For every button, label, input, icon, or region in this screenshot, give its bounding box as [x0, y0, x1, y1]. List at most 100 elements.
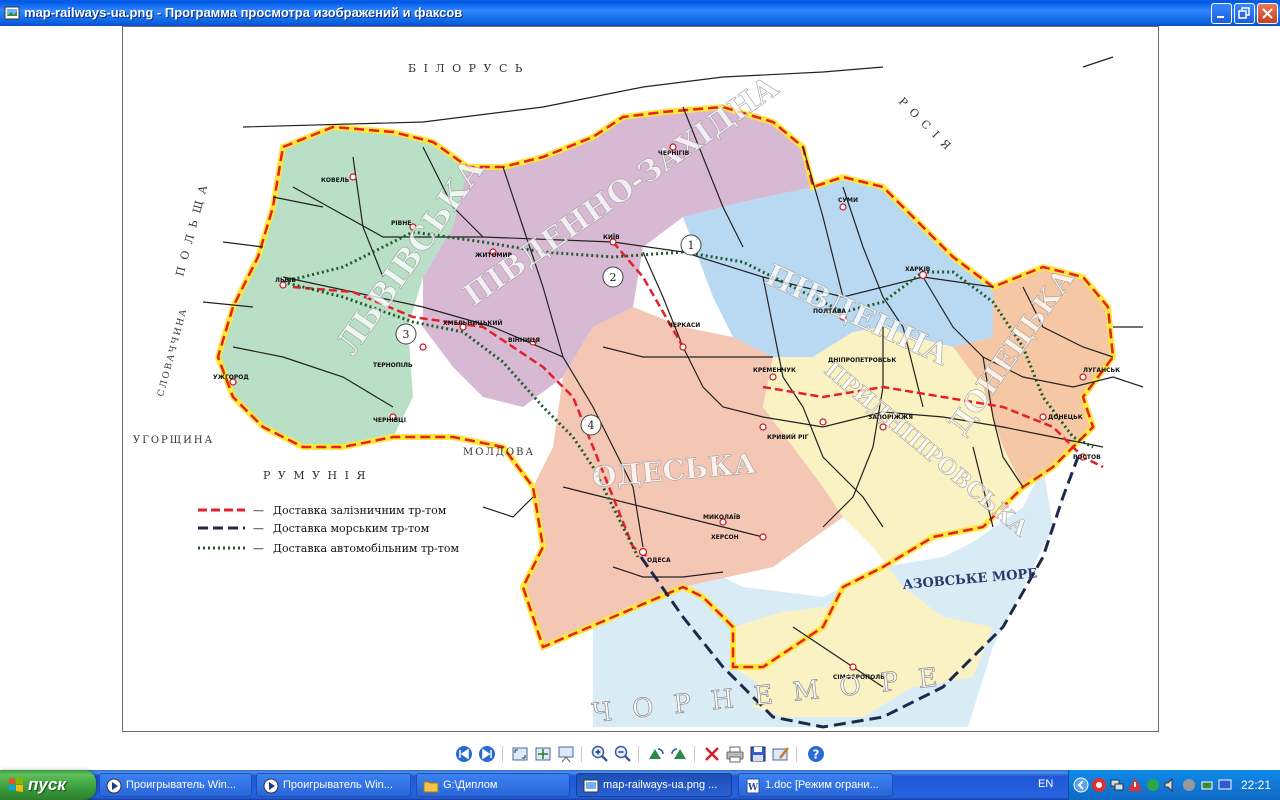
svg-text:ЛУГАНСЬК: ЛУГАНСЬК [1083, 367, 1120, 374]
toolbar-separator [638, 746, 639, 762]
zoom-out-icon [614, 745, 631, 762]
svg-text:ТЕРНОПІЛЬ: ТЕРНОПІЛЬ [373, 362, 413, 369]
delete-icon [705, 747, 719, 761]
svg-text:ЖИТОМИР: ЖИТОМИР [475, 252, 513, 259]
svg-text:КИЇВ: КИЇВ [603, 234, 620, 241]
taskbar-item-word-document[interactable]: W 1.doc [Режим ограни... [738, 773, 893, 797]
svg-text:ДОНЕЦЬК: ДОНЕЦЬК [1048, 414, 1083, 421]
rotate-clockwise-icon [649, 748, 664, 759]
svg-text:МОЛДОВА: МОЛДОВА [463, 447, 535, 458]
speaker-icon[interactable] [1163, 777, 1179, 793]
previous-icon [456, 746, 472, 762]
svg-text:РІВНЕ: РІВНЕ [391, 220, 411, 227]
viewer-toolbar: ? [0, 740, 1280, 770]
taskbar-item-image-viewer[interactable]: map-railways-ua.png ... [576, 773, 732, 797]
monitor-icon[interactable] [1217, 777, 1233, 793]
svg-text:УГОРЩИНА: УГОРЩИНА [133, 435, 214, 446]
svg-text:Доставка залізничним тр-том: Доставка залізничним тр-том [273, 504, 447, 517]
print-button[interactable] [725, 744, 745, 764]
green-app-icon[interactable] [1145, 777, 1161, 793]
svg-text:4: 4 [588, 419, 595, 432]
svg-text:1: 1 [688, 239, 695, 252]
actual-size-icon [535, 747, 551, 761]
image-viewer-icon [4, 6, 20, 20]
svg-text:КРИВИЙ РІГ: КРИВИЙ РІГ [767, 433, 809, 441]
best-fit-button[interactable] [510, 744, 530, 764]
system-tray: 22:21 [1068, 770, 1280, 800]
help-button[interactable]: ? [806, 744, 826, 764]
next-image-button[interactable] [477, 744, 497, 764]
svg-text:—: — [253, 504, 264, 517]
svg-text:W: W [747, 783, 759, 793]
taskbar: пуск Проигрыватель Win... Проигрыватель … [0, 770, 1280, 800]
start-label: пуск [28, 775, 66, 794]
map-image[interactable]: 1 2 3 4 ЛЬВІВСЬКА ПІВДЕННО-ЗАХІДНА ПІВДЕ… [122, 26, 1159, 732]
svg-text:Р У М У Н І Я: Р У М У Н І Я [263, 469, 367, 482]
svg-text:КОВЕЛЬ: КОВЕЛЬ [321, 177, 350, 184]
print-icon [726, 746, 744, 763]
svg-text:МИКОЛАЇВ: МИКОЛАЇВ [703, 514, 741, 521]
svg-text:ОДЕСА: ОДЕСА [647, 557, 671, 564]
svg-text:УЖГОРОД: УЖГОРОД [213, 374, 249, 381]
media-player-icon [106, 778, 122, 794]
next-icon [479, 746, 495, 762]
rotate-counterclockwise-button[interactable] [669, 744, 689, 764]
svg-text:ХЕРСОН: ХЕРСОН [711, 534, 739, 541]
maximize-button[interactable] [1234, 3, 1255, 24]
copy-to-button[interactable] [748, 744, 768, 764]
svg-text:ЛЬВІВ: ЛЬВІВ [275, 277, 296, 284]
antivirus-icon[interactable] [1091, 777, 1107, 793]
language-indicator[interactable]: EN [1038, 778, 1053, 790]
window-title: map-railways-ua.png - Программа просмотр… [24, 5, 463, 20]
minimize-button[interactable] [1211, 3, 1232, 24]
svg-text:Доставка морським тр-том: Доставка морським тр-том [273, 522, 430, 535]
toolbar-separator [581, 746, 582, 762]
svg-text:ЧЕРНІВЦІ: ЧЕРНІВЦІ [373, 417, 406, 424]
usb-icon[interactable] [1199, 777, 1215, 793]
svg-text:ВІННИЦЯ: ВІННИЦЯ [508, 337, 540, 344]
minimize-icon [1217, 16, 1224, 18]
volume-icon[interactable] [1181, 777, 1197, 793]
svg-text:ДНІПРОПЕТРОВСЬК: ДНІПРОПЕТРОВСЬК [828, 357, 896, 364]
svg-text:СЛОВАЧЧИНА: СЛОВАЧЧИНА [156, 307, 189, 398]
zoom-out-button[interactable] [613, 744, 633, 764]
zoom-in-icon [591, 745, 608, 762]
toolbar-separator [694, 746, 695, 762]
svg-text:ХМЕЛЬНИЦЬКИЙ: ХМЕЛЬНИЦЬКИЙ [443, 319, 502, 327]
previous-image-button[interactable] [454, 744, 474, 764]
close-icon [1262, 8, 1273, 19]
svg-text:РОСТОВ: РОСТОВ [1073, 454, 1101, 461]
svg-text:Б І Л О Р У С Ь: Б І Л О Р У С Ь [408, 62, 524, 75]
rotate-clockwise-button[interactable] [646, 744, 666, 764]
slideshow-button[interactable] [556, 744, 576, 764]
taskbar-item-media-player-1[interactable]: Проигрыватель Win... [99, 773, 252, 797]
image-viewer-area: 1 2 3 4 ЛЬВІВСЬКА ПІВДЕННО-ЗАХІДНА ПІВДЕ… [0, 26, 1280, 770]
svg-text:3: 3 [403, 328, 410, 341]
security-alert-icon[interactable] [1127, 777, 1143, 793]
start-button[interactable]: пуск [0, 770, 96, 800]
svg-text:СУМИ: СУМИ [838, 197, 858, 204]
taskbar-item-media-player-2[interactable]: Проигрыватель Win... [256, 773, 411, 797]
show-hidden-icons-icon[interactable] [1073, 777, 1089, 793]
close-button[interactable] [1257, 3, 1278, 24]
word-document-icon: W [746, 778, 760, 794]
clock[interactable]: 22:21 [1241, 778, 1271, 792]
svg-text:ЧЕРНІГІВ: ЧЕРНІГІВ [658, 150, 690, 157]
svg-text:ЧЕРКАСИ: ЧЕРКАСИ [668, 322, 700, 329]
svg-text:ЗАПОРІЖЖЯ: ЗАПОРІЖЖЯ [868, 414, 913, 421]
zoom-in-button[interactable] [590, 744, 610, 764]
edit-image-icon [772, 747, 789, 761]
svg-text:—: — [253, 542, 264, 555]
media-player-icon [263, 778, 279, 794]
edit-button[interactable] [771, 744, 791, 764]
network-icon[interactable] [1109, 777, 1125, 793]
taskbar-item-folder[interactable]: G:\Диплом [416, 773, 570, 797]
svg-text:Доставка автомобільним тр-том: Доставка автомобільним тр-том [273, 542, 460, 555]
svg-text:ПОЛТАВА: ПОЛТАВА [813, 308, 846, 315]
svg-text:П О Л Ь Щ А: П О Л Ь Щ А [173, 182, 210, 278]
window-title-bar[interactable]: map-railways-ua.png - Программа просмотр… [0, 0, 1280, 26]
restore-icon [1238, 7, 1250, 19]
actual-size-button[interactable] [533, 744, 553, 764]
delete-button[interactable] [702, 744, 722, 764]
best-fit-icon [512, 747, 528, 761]
